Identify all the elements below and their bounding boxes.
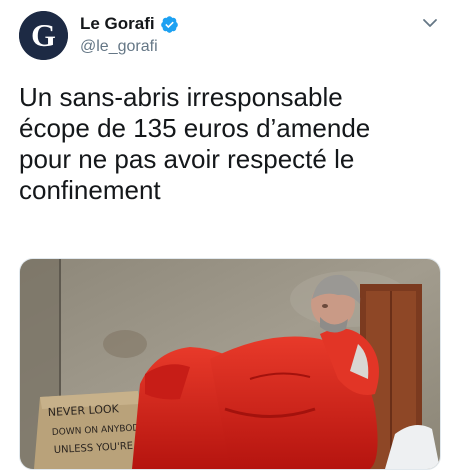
name-row: Le Gorafi bbox=[80, 14, 179, 34]
tweet-card: G Le Gorafi @le_gorafi Un sans-abris irr… bbox=[0, 0, 453, 470]
cardboard-sign: NEVER LOOK DOWN ON ANYBODY UNLESS YOU'RE bbox=[34, 391, 145, 469]
chevron-down-icon[interactable] bbox=[420, 13, 440, 33]
avatar[interactable]: G bbox=[19, 11, 68, 60]
tweet-text-line: pour ne pas avoir respecté le bbox=[19, 144, 355, 174]
display-name[interactable]: Le Gorafi bbox=[80, 14, 155, 34]
tweet-text-line: écope de 135 euros d’amende bbox=[19, 113, 371, 143]
verified-badge-icon bbox=[160, 15, 179, 34]
tweet-text: Un sans-abris irresponsable écope de 135… bbox=[19, 82, 439, 206]
tweet-text-line: confinement bbox=[19, 175, 161, 205]
handle[interactable]: @le_gorafi bbox=[80, 38, 158, 56]
tweet-text-line: Un sans-abris irresponsable bbox=[19, 82, 343, 112]
tweet-photo[interactable]: NEVER LOOK DOWN ON ANYBODY UNLESS YOU'RE bbox=[19, 258, 441, 470]
avatar-letter: G bbox=[31, 17, 56, 53]
